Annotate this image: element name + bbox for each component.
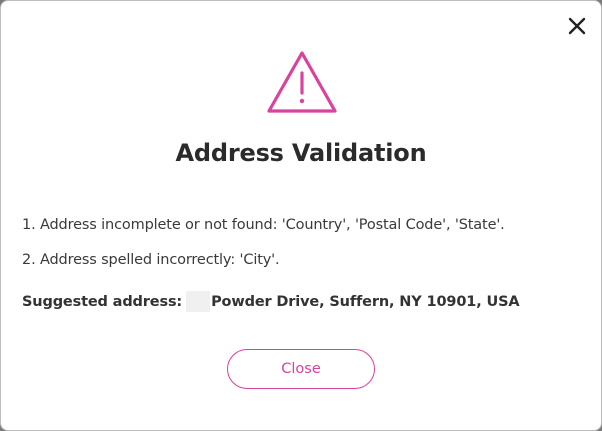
- dialog-title: Address Validation: [175, 139, 427, 167]
- validation-message-2: 2. Address spelled incorrectly: 'City'.: [22, 252, 280, 268]
- suggested-address-label: Suggested address:: [22, 293, 183, 310]
- suggested-address: Suggested address: Powder Drive, Suffern…: [22, 291, 520, 312]
- validation-message-1: 1. Address incomplete or not found: 'Cou…: [22, 217, 505, 233]
- suggested-address-value: Powder Drive, Suffern, NY 10901, USA: [211, 293, 520, 310]
- warning-triangle-icon: [265, 49, 339, 115]
- close-icon[interactable]: [563, 12, 591, 40]
- close-button[interactable]: Close: [227, 349, 375, 389]
- address-validation-dialog: Address Validation 1. Address incomplete…: [0, 0, 602, 431]
- redacted-house-number: [186, 291, 211, 312]
